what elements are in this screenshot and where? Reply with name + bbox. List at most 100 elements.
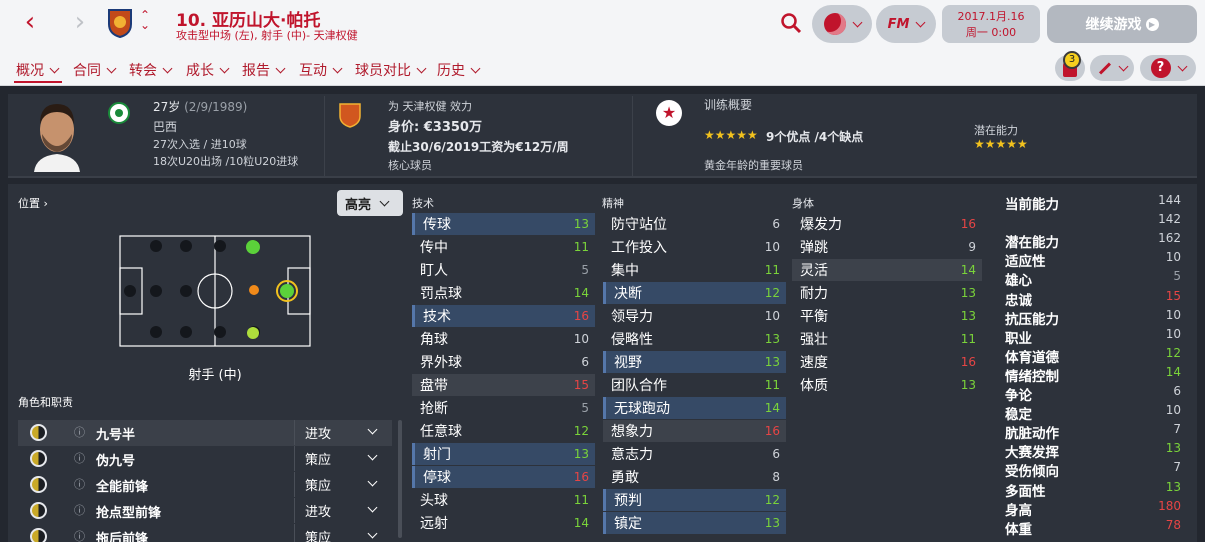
hidden-attribute-row[interactable]: 雄心 5: [1005, 269, 1185, 289]
hidden-attribute-row[interactable]: 情绪控制 14: [1005, 365, 1185, 385]
hidden-attribute-value: 10: [1165, 326, 1181, 341]
continue-button[interactable]: 继续游戏 ▶: [1047, 5, 1197, 43]
hidden-attribute-row[interactable]: 忠诚 15: [1005, 289, 1185, 309]
attribute-row[interactable]: 远射 14: [412, 512, 595, 534]
attribute-row[interactable]: 射门 13: [412, 443, 595, 465]
attribute-row[interactable]: 防守站位 6: [603, 213, 786, 235]
hidden-attribute-row[interactable]: 职业 10: [1005, 326, 1185, 347]
attribute-row[interactable]: 预判 12: [603, 489, 786, 511]
duty-dropdown[interactable]: 进攻: [294, 498, 388, 523]
attribute-row[interactable]: 盯人 5: [412, 259, 595, 281]
attribute-row[interactable]: 体质 13: [792, 374, 982, 396]
hidden-attribute-row[interactable]: 潜在能力 162: [1005, 231, 1185, 251]
forward-arrow-icon[interactable]: ›: [66, 6, 94, 40]
attribute-row[interactable]: 界外球 6: [412, 351, 595, 373]
hidden-attribute-row[interactable]: 多面性 13: [1005, 480, 1185, 500]
attribute-row[interactable]: 勇敢 8: [603, 466, 786, 488]
hidden-attribute-row[interactable]: 当前能力 144: [1005, 193, 1185, 213]
role-row[interactable]: ⓘ 九号半 进攻: [18, 420, 392, 446]
attribute-row[interactable]: 决断 12: [603, 282, 786, 304]
role-suitability-icon: [30, 424, 47, 441]
fm-menu-button[interactable]: FM: [876, 5, 936, 43]
date-of-birth: (2/9/1989): [184, 100, 248, 114]
attribute-row[interactable]: 角球 10: [412, 328, 595, 350]
position-header[interactable]: 位置 ›: [18, 195, 48, 211]
hidden-attribute-row[interactable]: 稳定 10: [1005, 403, 1185, 423]
attribute-row[interactable]: 平衡 13: [792, 305, 982, 327]
notifications-button[interactable]: 3: [1055, 51, 1085, 81]
help-menu-button[interactable]: ?: [1140, 55, 1196, 81]
tab-3[interactable]: 成长: [186, 60, 230, 80]
attribute-row[interactable]: 无球跑动 14: [603, 397, 786, 419]
hidden-attribute-row[interactable]: 抗压能力 10: [1005, 308, 1185, 328]
training-overview-title[interactable]: 训练概要: [704, 96, 752, 113]
tab-4[interactable]: 报告: [242, 60, 286, 80]
attribute-row[interactable]: 任意球 12: [412, 420, 595, 442]
tab-1[interactable]: 合同: [73, 60, 117, 80]
edit-menu-button[interactable]: [1090, 55, 1134, 81]
attribute-row[interactable]: 技术 16: [412, 305, 595, 327]
duty-dropdown[interactable]: 策应: [294, 446, 388, 471]
attribute-row[interactable]: 头球 11: [412, 489, 595, 511]
search-icon[interactable]: [780, 12, 802, 34]
attribute-row[interactable]: 想象力 16: [603, 420, 786, 442]
chevron-down-icon: [367, 424, 378, 435]
info-icon[interactable]: ⓘ: [74, 450, 85, 466]
highlight-dropdown[interactable]: 高亮: [337, 190, 403, 216]
hidden-attribute-row[interactable]: 适应性 10: [1005, 250, 1185, 270]
attribute-row[interactable]: 传中 11: [412, 236, 595, 258]
hidden-attribute-row[interactable]: 身高 180: [1005, 499, 1185, 519]
world-button[interactable]: [812, 5, 872, 43]
attribute-row[interactable]: 领导力 10: [603, 305, 786, 327]
hidden-attribute-row[interactable]: 大赛发挥 13: [1005, 441, 1185, 461]
attribute-row[interactable]: 意志力 6: [603, 443, 786, 465]
date-display[interactable]: 2017.1月.16 周一 0:00: [942, 5, 1040, 43]
attribute-row[interactable]: 团队合作 11: [603, 374, 786, 396]
hidden-attribute-row[interactable]: 142: [1005, 212, 1185, 231]
attribute-row[interactable]: 抢断 5: [412, 397, 595, 419]
duty-dropdown[interactable]: 策应: [294, 472, 388, 497]
roles-scrollbar[interactable]: [398, 420, 402, 538]
tab-label: 报告: [242, 63, 270, 79]
hidden-attribute-row[interactable]: 受伤倾向 7: [1005, 460, 1185, 480]
attribute-row[interactable]: 镇定 13: [603, 512, 786, 534]
role-row[interactable]: ⓘ 抢点型前锋 进攻: [18, 498, 392, 524]
hidden-attribute-row[interactable]: 肮脏动作 7: [1005, 422, 1185, 442]
attribute-row[interactable]: 集中 11: [603, 259, 786, 281]
attribute-row[interactable]: 盘带 15: [412, 374, 595, 396]
hidden-attribute-row[interactable]: 体育道德 12: [1005, 346, 1185, 366]
tab-2[interactable]: 转会: [129, 60, 173, 80]
chevron-down-icon: [470, 63, 481, 73]
tab-5[interactable]: 互动: [299, 60, 343, 80]
duty-dropdown[interactable]: 策应: [294, 524, 388, 542]
info-icon[interactable]: ⓘ: [74, 528, 85, 542]
attribute-row[interactable]: 罚点球 14: [412, 282, 595, 304]
attribute-row[interactable]: 视野 13: [603, 351, 786, 373]
back-arrow-icon[interactable]: ‹: [16, 6, 44, 40]
attribute-row[interactable]: 传球 13: [412, 213, 595, 235]
hidden-attribute-row[interactable]: 体重 78: [1005, 518, 1185, 538]
attribute-row[interactable]: 工作投入 10: [603, 236, 786, 258]
attribute-row[interactable]: 停球 16: [412, 466, 595, 488]
info-icon[interactable]: ⓘ: [74, 502, 85, 518]
attribute-row[interactable]: 爆发力 16: [792, 213, 982, 235]
tab-6[interactable]: 球员对比: [355, 60, 427, 80]
attribute-value: 14: [960, 263, 976, 277]
role-row[interactable]: ⓘ 伪九号 策应: [18, 446, 392, 472]
attribute-row[interactable]: 灵活 14: [792, 259, 982, 281]
info-icon[interactable]: ⓘ: [74, 476, 85, 492]
attribute-row[interactable]: 强壮 11: [792, 328, 982, 350]
hidden-attribute-row[interactable]: 争论 6: [1005, 384, 1185, 404]
attribute-row[interactable]: 侵略性 13: [603, 328, 786, 350]
attribute-row[interactable]: 速度 16: [792, 351, 982, 373]
info-icon[interactable]: ⓘ: [74, 424, 85, 440]
attribute-name: 体质: [800, 378, 828, 394]
role-row[interactable]: ⓘ 拖后前锋 策应: [18, 524, 392, 542]
tab-0[interactable]: 概况: [16, 60, 60, 80]
attribute-row[interactable]: 耐力 13: [792, 282, 982, 304]
attribute-row[interactable]: 弹跳 9: [792, 236, 982, 258]
role-row[interactable]: ⓘ 全能前锋 策应: [18, 472, 392, 498]
player-switch-arrows[interactable]: ⌃ ⌄: [140, 9, 150, 31]
duty-dropdown[interactable]: 进攻: [294, 420, 388, 445]
tab-7[interactable]: 历史: [437, 60, 481, 80]
